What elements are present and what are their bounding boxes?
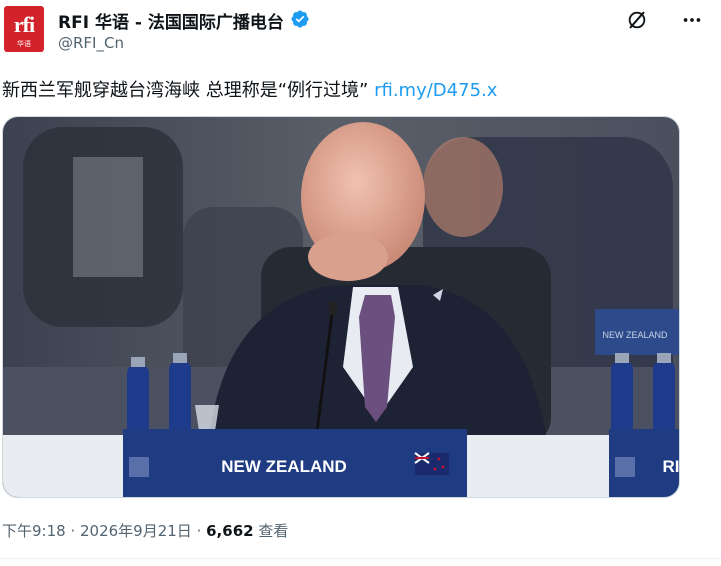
grok-icon[interactable]: [626, 9, 648, 31]
tweet-photo[interactable]: NEW ZEALAND NEW ZEALAND RI: [2, 116, 680, 498]
meta-separator: ·: [65, 522, 80, 540]
photo-illustration: NEW ZEALAND NEW ZEALAND RI: [3, 117, 680, 497]
tweet-header: rfi 华语 RFI 华语 - 法国国际广播电台 @RFI_Cn: [0, 0, 721, 60]
tweet-date[interactable]: 2026年9月21日: [80, 522, 192, 540]
view-label: 查看: [253, 522, 289, 540]
nameplate-right-text: RI: [663, 457, 680, 476]
tweet-link[interactable]: rfi.my/D475.x: [374, 80, 497, 101]
verified-badge-icon: [291, 10, 309, 28]
back-sign-text: NEW ZEALAND: [602, 330, 668, 340]
meta-separator: ·: [191, 522, 207, 540]
tweet-meta: 下午9:18 · 2026年9月21日 · 6,662 查看: [2, 520, 288, 541]
divider: [0, 558, 721, 559]
view-count: 6,662: [206, 522, 254, 540]
tweet-text: 新西兰军舰穿越台湾海峡 总理称是“例行过境” rfi.my/D475.x: [2, 76, 497, 102]
avatar[interactable]: rfi 华语: [4, 6, 44, 52]
author-name[interactable]: RFI 华语 - 法国国际广播电台: [58, 8, 284, 33]
tweet-body: 新西兰军舰穿越台湾海峡 总理称是“例行过境”: [2, 80, 375, 101]
tweet-time[interactable]: 下午9:18: [2, 522, 66, 540]
more-options-icon[interactable]: [680, 9, 704, 31]
avatar-logo-text: rfi: [13, 12, 35, 37]
nameplate-text: NEW ZEALAND: [221, 457, 347, 476]
author-handle[interactable]: @RFI_Cn: [58, 34, 124, 52]
avatar-logo-subtext: 华语: [17, 40, 31, 48]
